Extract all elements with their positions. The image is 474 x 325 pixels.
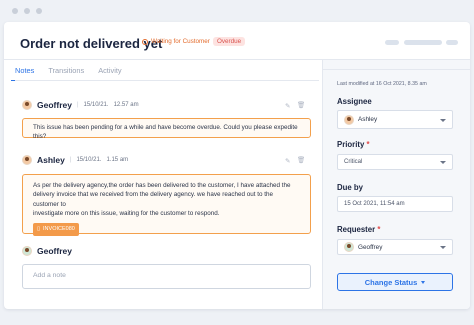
chevron-down-icon: [440, 246, 446, 249]
note-header: Ashley | 15/10/21. 1.15 am: [22, 155, 128, 165]
avatar: [344, 114, 354, 125]
status-label: Waiting for Customer: [151, 38, 210, 45]
note-body: This issue has been pending for a while …: [22, 118, 311, 141]
window-chrome: [0, 0, 474, 22]
required-marker: *: [377, 225, 381, 234]
priority-value: Critical: [344, 159, 363, 165]
status-badge: Overdue: [213, 37, 246, 46]
priority-select[interactable]: Critical: [337, 154, 453, 170]
ticket-card: Order not delivered yet Waiting for Cust…: [4, 22, 470, 309]
note-time: 12.57 am: [113, 102, 139, 108]
header-placeholder: [446, 40, 458, 45]
note-text: delivery invoice that we received from t…: [33, 191, 273, 208]
note-date: 15/10/21.: [83, 102, 109, 108]
assignee-select[interactable]: Ashley: [337, 110, 453, 129]
divider: [15, 80, 319, 81]
avatar: [344, 242, 354, 252]
attachment-name: INVOICE080: [43, 225, 75, 232]
add-note-input[interactable]: Add a note: [22, 264, 311, 289]
window-dot: [24, 8, 30, 14]
change-status-label: Change Status: [364, 277, 418, 287]
chevron-down-icon: [440, 161, 446, 164]
compose-header: Geoffrey: [22, 246, 72, 256]
due-value: 15 Oct 2021, 11:54 am: [344, 201, 405, 207]
priority-label: Priority *: [337, 140, 370, 149]
page-title: Order not delivered yet: [20, 36, 163, 51]
change-status-button[interactable]: Change Status: [337, 273, 453, 291]
pencil-icon[interactable]: ✎: [285, 157, 290, 165]
priority-label-text: Priority: [337, 140, 365, 149]
note-author: Geoffrey: [37, 100, 72, 110]
note-text: As per the delivery agency,the order has…: [33, 182, 291, 189]
note-author: Ashley: [37, 155, 65, 165]
avatar: [22, 246, 32, 256]
pencil-icon[interactable]: ✎: [285, 102, 290, 110]
details-sidebar: Last modified at 16 Oct 2021, 8.35 am As…: [322, 60, 470, 309]
tab-activity[interactable]: Activity: [98, 62, 121, 80]
note-time: 1.15 am: [106, 157, 129, 163]
note-text: This issue has been pending for a while …: [33, 124, 298, 141]
header-placeholder: [404, 40, 442, 45]
separator: |: [76, 102, 79, 108]
requester-select[interactable]: Geoffrey: [337, 239, 453, 255]
requester-label-text: Requester: [337, 225, 376, 234]
assignee-value: Ashley: [358, 116, 378, 123]
tab-notes[interactable]: Notes: [10, 62, 39, 81]
requester-value: Geoffrey: [358, 243, 383, 251]
tab-bar: Notes Transitions Activity: [10, 62, 122, 81]
requester-label: Requester *: [337, 225, 380, 234]
attachment-chip[interactable]: ▯ INVOICE080: [33, 222, 79, 237]
chevron-down-icon: [421, 280, 426, 284]
ticket-status[interactable]: Waiting for Customer: [142, 38, 210, 45]
note-header: Geoffrey | 15/10/21. 12.57 am: [22, 100, 139, 110]
compose-author: Geoffrey: [37, 246, 72, 256]
trash-icon[interactable]: 🗑: [297, 101, 305, 109]
last-modified: Last modified at 16 Oct 2021, 8.35 am: [337, 81, 427, 87]
header-placeholder: [385, 40, 399, 45]
note-text: investigate more on this issue, waiting …: [33, 210, 220, 218]
avatar: [22, 155, 32, 165]
due-date-field[interactable]: 15 Oct 2021, 11:54 am: [337, 196, 453, 212]
divider: [322, 69, 470, 70]
window-dot: [12, 8, 18, 14]
trash-icon[interactable]: 🗑: [297, 156, 305, 164]
file-icon: ▯: [37, 225, 41, 232]
separator: |: [69, 157, 72, 163]
note-body: As per the delivery agency,the order has…: [22, 174, 311, 237]
assignee-label: Assignee: [337, 97, 372, 106]
chevron-down-icon: [440, 119, 446, 122]
tab-transitions[interactable]: Transitions: [48, 62, 84, 80]
required-marker: *: [366, 140, 370, 149]
avatar: [22, 100, 32, 110]
clock-icon: [142, 38, 148, 45]
window-dot: [36, 8, 42, 14]
due-label: Due by: [337, 183, 363, 192]
note-date: 15/10/21.: [76, 157, 102, 163]
